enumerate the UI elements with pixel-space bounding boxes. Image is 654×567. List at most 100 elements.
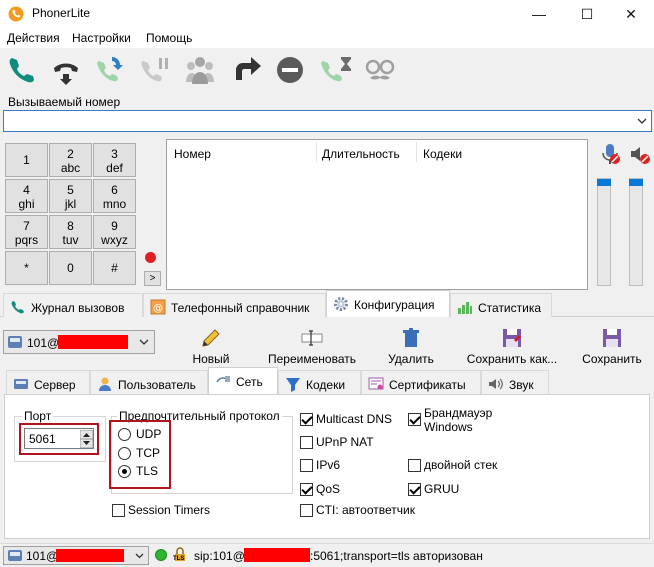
keypad-key-letters: def	[106, 161, 123, 175]
subtab-network[interactable]: Сеть	[208, 367, 278, 395]
keypad-key-letters: tuv	[62, 233, 79, 247]
chevron-down-icon[interactable]	[635, 113, 649, 129]
cti-autoanswer-checkbox[interactable]	[300, 504, 313, 517]
keypad-key-digit: 2	[67, 147, 74, 161]
call-wait-icon[interactable]	[318, 52, 354, 88]
subtab-codecs[interactable]: Кодеки	[278, 370, 361, 394]
keypad-key-7[interactable]: 7 pqrs	[5, 215, 48, 249]
subtab-server[interactable]: Сервер	[6, 370, 90, 394]
multicast-dns-label: Multicast DNS	[316, 412, 393, 426]
chevron-down-icon	[135, 553, 144, 559]
transfer-icon[interactable]	[228, 52, 264, 88]
hang-up-icon[interactable]	[48, 52, 84, 88]
call-list[interactable]	[166, 139, 588, 290]
save-button[interactable]: Сохранить	[580, 326, 644, 366]
microphone-volume-slider[interactable]	[597, 178, 611, 286]
online-status-icon	[155, 549, 167, 561]
gruu-label: GRUU	[424, 482, 460, 496]
windows-firewall-checkbox[interactable]	[408, 413, 421, 426]
keypad-key-letters: pqrs	[14, 233, 39, 247]
keypad-key-9[interactable]: 9 wxyz	[93, 215, 136, 249]
microphone-muted-icon[interactable]	[598, 142, 622, 166]
called-number-input[interactable]	[3, 110, 652, 132]
speaker-muted-icon[interactable]	[628, 142, 652, 166]
save-as-button[interactable]: Сохранить как...	[462, 326, 562, 366]
windows-firewall-label: Брандмауэр Windows	[424, 406, 493, 434]
save-disk-icon	[603, 329, 621, 347]
subtab-server-label: Сервер	[34, 378, 76, 392]
port-stepper[interactable]: 5061	[24, 428, 94, 449]
maximize-button[interactable]: ☐	[564, 0, 610, 28]
tab-statistics[interactable]: Статистика	[450, 293, 552, 317]
column-header-number[interactable]: Номер	[174, 147, 211, 161]
radio-udp[interactable]	[118, 428, 131, 441]
speaker-volume-slider[interactable]	[629, 178, 643, 286]
redacted-account	[58, 335, 128, 349]
conference-icon[interactable]	[182, 52, 218, 88]
subtab-sound-label: Звук	[509, 378, 534, 392]
menu-help[interactable]: Помощь	[146, 31, 192, 45]
delete-account-button[interactable]: Удалить	[384, 326, 438, 366]
network-cable-icon	[216, 376, 230, 383]
keypad-key-3[interactable]: 3 def	[93, 143, 136, 177]
upnp-nat-label: UPnP NAT	[316, 435, 374, 449]
close-button[interactable]: ✕	[608, 0, 654, 28]
keypad-expand-button[interactable]: >	[144, 271, 161, 286]
column-header-duration[interactable]: Длительность	[322, 147, 400, 161]
keypad-key-5[interactable]: 5 jkl	[49, 179, 92, 213]
user-icon	[99, 377, 111, 391]
trash-icon	[403, 328, 419, 347]
dual-stack-label: двойной стек	[424, 458, 498, 472]
hold-icon[interactable]	[136, 52, 172, 88]
slider-thumb[interactable]	[629, 179, 643, 186]
keypad-key-1[interactable]: 1	[5, 143, 48, 177]
save-label: Сохранить	[582, 352, 642, 366]
qos-checkbox[interactable]	[300, 483, 313, 496]
new-account-button[interactable]: Новый	[186, 326, 236, 366]
anonymous-icon[interactable]	[362, 52, 398, 88]
radio-tcp[interactable]	[118, 447, 131, 460]
multicast-dns-checkbox[interactable]	[300, 413, 313, 426]
column-divider	[416, 142, 417, 162]
keypad-key-star[interactable]: *	[5, 251, 48, 285]
subtab-sound[interactable]: Звук	[481, 370, 549, 394]
tab-configuration[interactable]: Конфигурация	[326, 290, 450, 317]
tab-phonebook[interactable]: @ Телефонный справочник	[143, 293, 326, 317]
keypad-key-4[interactable]: 4 ghi	[5, 179, 48, 213]
window-title: PhonerLite	[32, 6, 91, 20]
do-not-disturb-icon[interactable]	[272, 52, 308, 88]
subtab-user[interactable]: Пользователь	[90, 370, 208, 394]
ipv6-checkbox[interactable]	[300, 459, 313, 472]
slider-thumb[interactable]	[597, 179, 611, 186]
tab-statistics-label: Статистика	[478, 301, 542, 315]
keypad-key-8[interactable]: 8 tuv	[49, 215, 92, 249]
keypad-key-2[interactable]: 2 abc	[49, 143, 92, 177]
keypad-key-6[interactable]: 6 mno	[93, 179, 136, 213]
status-account-select[interactable]: 101@	[3, 546, 149, 565]
minimize-button[interactable]: —	[516, 0, 562, 28]
tab-call-log[interactable]: Журнал вызовов	[3, 293, 143, 317]
record-indicator-icon	[145, 252, 156, 263]
menu-actions[interactable]: Действия	[7, 31, 60, 45]
session-timers-label: Session Timers	[128, 503, 211, 517]
redial-icon[interactable]	[92, 52, 128, 88]
stepper-up-icon[interactable]	[80, 430, 93, 439]
column-header-codecs[interactable]: Кодеки	[423, 147, 462, 161]
keypad-key-letters: wxyz	[101, 233, 128, 247]
rename-account-button[interactable]: Переименовать	[265, 326, 359, 366]
tab-call-log-label: Журнал вызовов	[31, 301, 125, 315]
keypad-key-hash[interactable]: #	[93, 251, 136, 285]
session-timers-checkbox[interactable]	[112, 504, 125, 517]
radio-tls[interactable]	[118, 465, 131, 478]
account-select[interactable]: 101@	[3, 330, 155, 354]
keypad-key-0[interactable]: 0	[49, 251, 92, 285]
stepper-down-icon[interactable]	[80, 439, 93, 448]
qos-label: QoS	[316, 482, 341, 496]
menu-settings[interactable]: Настройки	[72, 31, 131, 45]
gruu-checkbox[interactable]	[408, 483, 421, 496]
upnp-nat-checkbox[interactable]	[300, 436, 313, 449]
subtab-certificates[interactable]: Сертификаты	[361, 370, 481, 394]
call-icon[interactable]	[4, 52, 40, 88]
dual-stack-checkbox[interactable]	[408, 459, 421, 472]
keypad-key-letters: abc	[60, 161, 81, 175]
